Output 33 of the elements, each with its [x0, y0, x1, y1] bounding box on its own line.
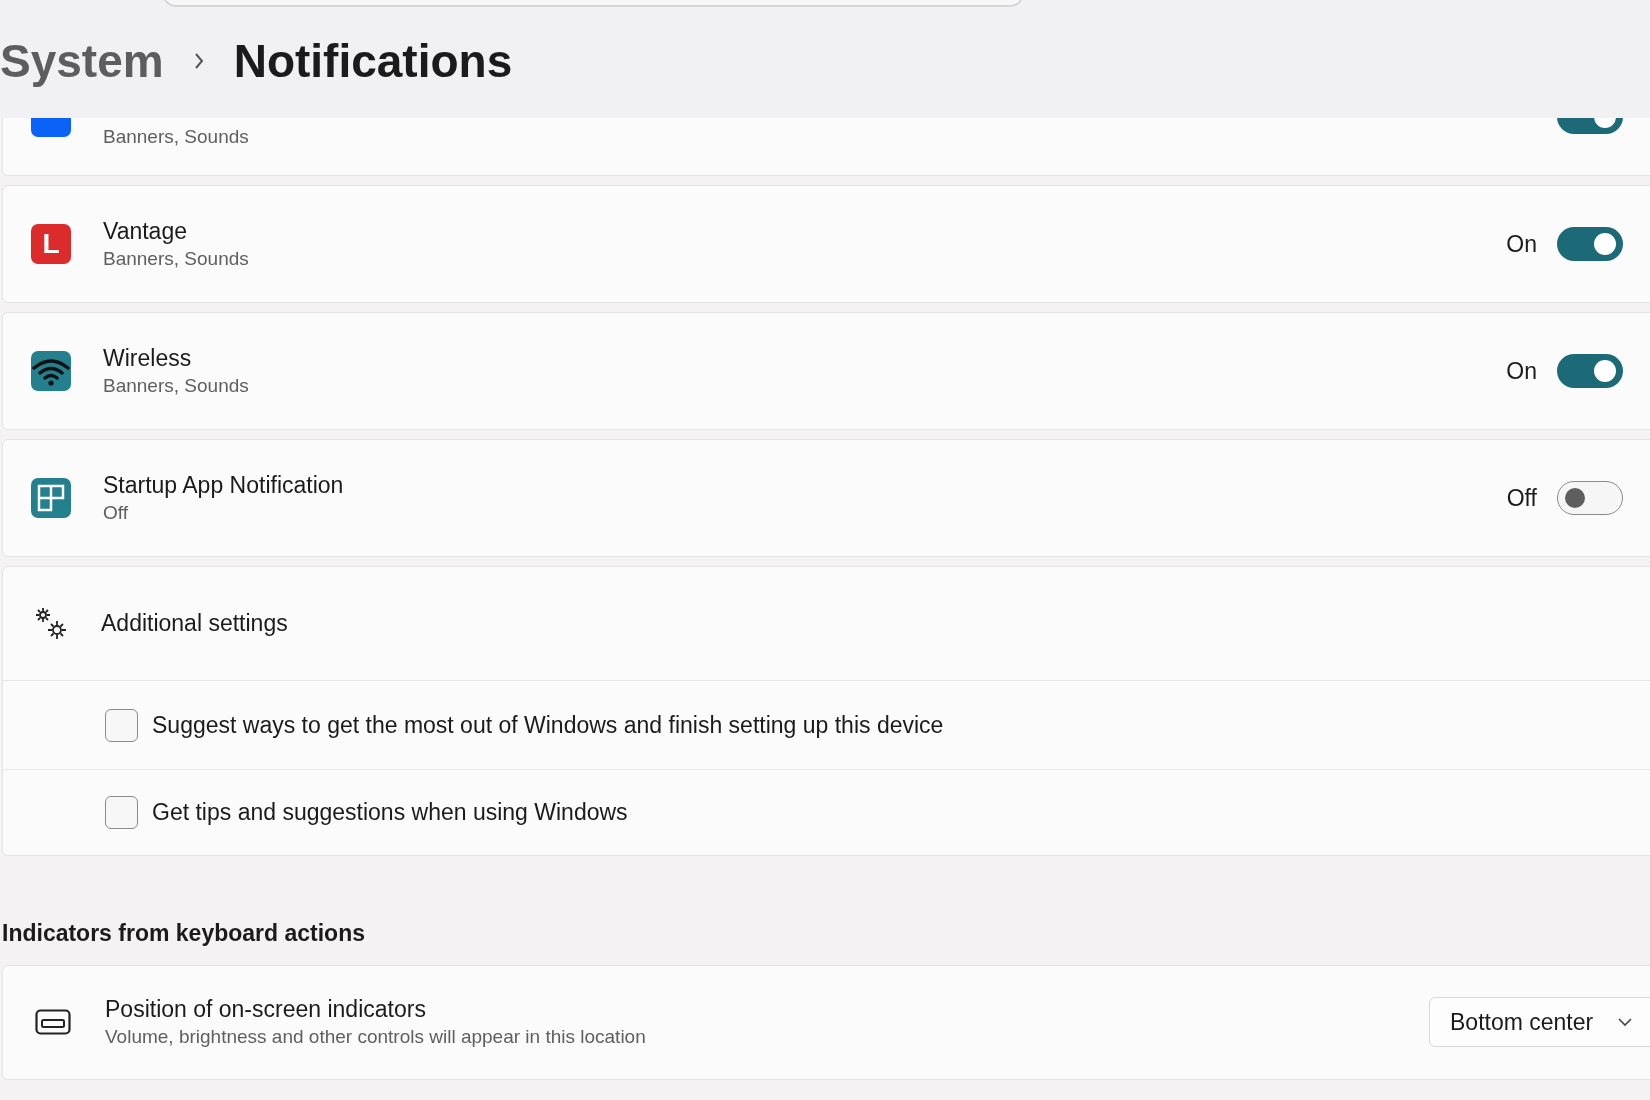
gears-icon — [33, 605, 69, 642]
checkbox-label: Get tips and suggestions when using Windows — [152, 798, 628, 828]
page-title: Notifications — [233, 38, 513, 84]
app-notification-card[interactable]: L Vantage Banners, Sounds On — [2, 185, 1650, 303]
checkbox-label: Suggest ways to get the most out of Windows and finish setting up this device — [152, 710, 944, 740]
toggle-switch[interactable] — [1557, 227, 1623, 261]
app-name: Startup App Notification — [103, 471, 345, 500]
chevron-down-icon — [1617, 1017, 1634, 1027]
setting-description: Volume, brightness and other controls will appear in this location — [105, 1025, 647, 1049]
app-name: Vantage — [103, 217, 188, 246]
app-notification-card[interactable]: Banners, Sounds — [2, 118, 1650, 176]
toggle-switch[interactable] — [1557, 481, 1623, 515]
toggle-state-label: Off — [1506, 483, 1537, 513]
app-notification-summary: Banners, Sounds — [103, 125, 250, 149]
dropdown[interactable]: Bottom center — [1429, 997, 1650, 1047]
app-logo: L — [31, 224, 71, 264]
grid-icon — [31, 478, 71, 518]
section-title: Additional settings — [101, 609, 288, 639]
toggle-switch[interactable] — [1557, 354, 1623, 388]
screen-indicator-icon — [35, 1009, 71, 1035]
toggle-state-label: On — [1506, 356, 1537, 386]
toggle-state-label: On — [1506, 229, 1537, 259]
app-name: Wireless — [103, 344, 193, 373]
wifi-icon — [31, 351, 71, 391]
checkbox[interactable] — [105, 796, 138, 829]
section-heading: Indicators from keyboard actions — [1, 919, 366, 948]
setting-title: Position of on-screen indicators — [105, 995, 427, 1024]
app-notification-summary: Off — [103, 501, 129, 525]
app-notification-summary: Banners, Sounds — [103, 374, 250, 398]
app-notification-card[interactable]: Wireless Banners, Sounds On — [2, 312, 1650, 430]
checkbox[interactable] — [105, 708, 138, 742]
app-notification-summary: Banners, Sounds — [103, 247, 250, 271]
app-notification-card[interactable]: Startup App Notification Off Off — [2, 439, 1650, 557]
